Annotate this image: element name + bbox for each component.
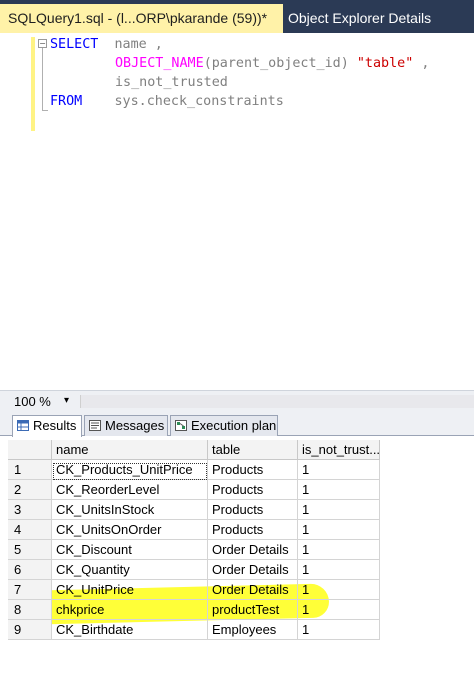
cell-is-not-trusted[interactable]: 1 [298, 460, 380, 480]
outline-guide-end [42, 110, 48, 111]
grid-corner[interactable] [8, 440, 52, 460]
code-line-4[interactable]: FROM sys.check_constraints [50, 92, 284, 111]
row-number[interactable]: 8 [8, 600, 52, 620]
modified-lines-marker [31, 37, 35, 131]
cell-is-not-trusted[interactable]: 1 [298, 580, 380, 600]
messages-icon [89, 420, 101, 431]
outline-guide [42, 48, 43, 110]
column-header-name[interactable]: name [52, 440, 208, 460]
cell-table[interactable]: Products [208, 460, 298, 480]
comma: , [413, 56, 430, 71]
zoom-dropdown-icon[interactable]: ▾ [64, 395, 69, 406]
cell-name[interactable]: CK_ReorderLevel [52, 480, 208, 500]
cell-name[interactable]: CK_Birthdate [52, 620, 208, 640]
cell-table[interactable]: Order Details [208, 560, 298, 580]
row-number[interactable]: 7 [8, 580, 52, 600]
tab-results-label: Results [33, 418, 77, 433]
cell-table[interactable]: Products [208, 480, 298, 500]
cell-name[interactable]: CK_UnitPrice [52, 580, 208, 600]
cell-is-not-trusted[interactable]: 1 [298, 500, 380, 520]
cell-name[interactable]: CK_UnitsInStock [52, 500, 208, 520]
cell-table[interactable]: Products [208, 520, 298, 540]
paren-close: ) [340, 56, 349, 71]
grid-icon [17, 420, 29, 431]
cell-is-not-trusted[interactable]: 1 [298, 480, 380, 500]
alias-table-string: "table" [348, 56, 414, 71]
code-line-1[interactable]: SELECT name , [50, 35, 163, 54]
sql-editor[interactable]: − SELECT name , OBJECT_NAME(parent_objec… [0, 33, 474, 390]
cell-name[interactable]: chkprice [52, 600, 208, 620]
zoom-bar: 100 % ▾ [0, 390, 474, 412]
cell-name[interactable]: CK_Quantity [52, 560, 208, 580]
collapse-toggle-icon[interactable]: − [38, 39, 47, 48]
function-object-name: OBJECT_NAME [115, 56, 204, 71]
code-line-2[interactable]: OBJECT_NAME(parent_object_id) "table" , [115, 54, 429, 73]
execution-plan-icon [175, 420, 187, 431]
cell-table[interactable]: Products [208, 500, 298, 520]
keyword-from: FROM [50, 94, 83, 109]
row-number[interactable]: 3 [8, 500, 52, 520]
tab-sqlquery1[interactable]: SQLQuery1.sql - (l...ORP\pkarande (59))* [0, 4, 283, 33]
code-from-source: sys.check_constraints [82, 94, 284, 109]
tab-object-explorer-details[interactable]: Object Explorer Details [286, 4, 474, 33]
argument-parent-object-id: parent_object_id [211, 56, 341, 71]
cell-table[interactable]: Order Details [208, 540, 298, 560]
tab-execution-plan-label: Execution plan [191, 418, 277, 433]
tab-messages[interactable]: Messages [84, 415, 168, 436]
row-number[interactable]: 5 [8, 540, 52, 560]
column-header-table[interactable]: table [208, 440, 298, 460]
cell-is-not-trusted[interactable]: 1 [298, 520, 380, 540]
cell-is-not-trusted[interactable]: 1 [298, 600, 380, 620]
row-number[interactable]: 2 [8, 480, 52, 500]
cell-table[interactable]: productTest [208, 600, 298, 620]
column-is-not-trusted: is_not_trusted [115, 75, 228, 90]
cell-name[interactable]: CK_UnitsOnOrder [52, 520, 208, 540]
results-tab-strip: Results Messages Execution plan [0, 412, 474, 437]
paren-open: ( [203, 56, 212, 71]
row-number[interactable]: 9 [8, 620, 52, 640]
row-number[interactable]: 4 [8, 520, 52, 540]
row-number[interactable]: 6 [8, 560, 52, 580]
code-select-list: name , [98, 37, 163, 52]
keyword-select: SELECT [50, 37, 99, 52]
selected-cell-outline [53, 463, 207, 480]
cell-is-not-trusted[interactable]: 1 [298, 620, 380, 640]
tab-execution-plan[interactable]: Execution plan [170, 415, 278, 436]
cell-name[interactable]: CK_Discount [52, 540, 208, 560]
cell-is-not-trusted[interactable]: 1 [298, 560, 380, 580]
row-number[interactable]: 1 [8, 460, 52, 480]
results-grid[interactable]: name table is_not_trust... 1 CK_Products… [8, 440, 474, 686]
code-line-3[interactable]: is_not_trusted [115, 73, 228, 92]
tab-results[interactable]: Results [12, 415, 82, 437]
horizontal-scrollbar[interactable] [80, 395, 474, 408]
document-tab-strip: SQLQuery1.sql - (l...ORP\pkarande (59))*… [0, 0, 474, 33]
cell-table[interactable]: Employees [208, 620, 298, 640]
cell-table[interactable]: Order Details [208, 580, 298, 600]
zoom-level[interactable]: 100 % [14, 394, 51, 409]
column-header-is-not-trusted[interactable]: is_not_trust... [298, 440, 380, 460]
tab-messages-label: Messages [105, 418, 165, 433]
cell-is-not-trusted[interactable]: 1 [298, 540, 380, 560]
